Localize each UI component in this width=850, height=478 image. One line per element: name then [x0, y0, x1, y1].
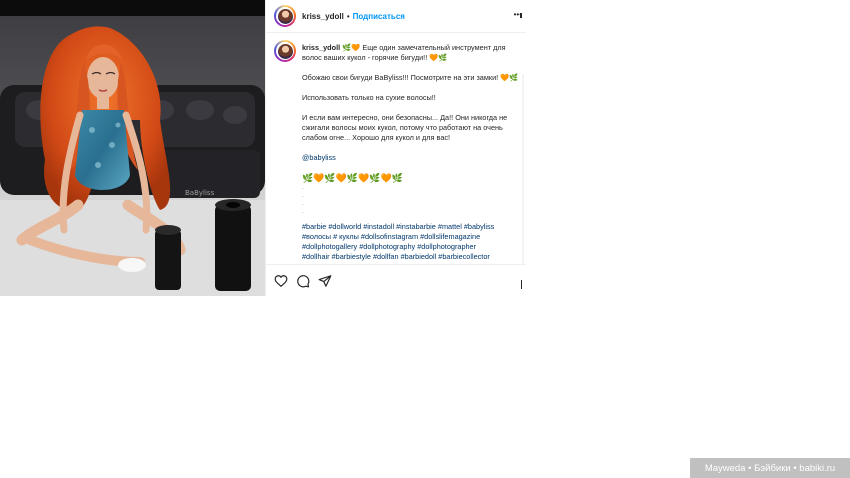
post-username[interactable]: kriss_ydoll — [302, 12, 344, 21]
caption-emoji-end: 🧡🌿 — [429, 53, 448, 62]
emoji-row: 🌿🧡🌿🧡🌿🧡🌿🧡🌿 — [302, 173, 403, 183]
dot-line: . — [302, 193, 304, 199]
send-icon[interactable] — [318, 274, 332, 288]
caption-para2: Обожаю свои бигуди BaByliss!!! Посмотрит… — [302, 73, 499, 82]
comment-icon[interactable] — [296, 274, 310, 288]
avatar[interactable] — [274, 5, 296, 27]
caption-avatar[interactable] — [274, 40, 296, 62]
doll-photo: BaByliss — [0, 0, 265, 296]
dot-line: . — [302, 185, 304, 191]
caption-area[interactable]: kriss_ydoll 🌿🧡 Еще один замечательный ин… — [266, 34, 526, 264]
post-header: kriss_ydoll • Подписаться ••• — [266, 0, 526, 33]
caption-scrollbar[interactable] — [522, 74, 524, 264]
action-bar — [266, 264, 526, 296]
follow-button[interactable]: Подписаться — [353, 12, 405, 21]
watermark-text: Mayweda • Бэйбики • babiki.ru — [704, 462, 836, 474]
dot-line: . — [302, 201, 304, 207]
watermark: Mayweda • Бэйбики • babiki.ru — [690, 458, 850, 478]
mention-link[interactable]: @babyliss — [302, 153, 524, 163]
svg-text:BaByliss: BaByliss — [185, 189, 215, 197]
caption-para3: Использовать только на сухие волосы!! — [302, 93, 436, 102]
heart-icon[interactable] — [274, 274, 288, 288]
dot-line: . — [302, 209, 304, 215]
caption-text: kriss_ydoll 🌿🧡 Еще один замечательный ин… — [302, 43, 524, 262]
bookmark-icon[interactable] — [520, 280, 522, 289]
caption-para4: И если вам интересно, они безопасны... Д… — [302, 113, 508, 142]
post-side-panel: kriss_ydoll • Подписаться ••• kriss_ydol… — [265, 0, 526, 296]
separator-dot: • — [346, 11, 350, 21]
post-image[interactable]: BaByliss — [0, 0, 265, 296]
caption-para2-emoji: 🧡🌿 — [500, 73, 519, 82]
hashtags-line[interactable]: #dollphotogallery #dollphotography #doll… — [302, 242, 524, 252]
caption-username[interactable]: kriss_ydoll — [302, 43, 340, 52]
hashtags-line[interactable]: #barbie #dollworld #instadoll #instabarb… — [302, 222, 524, 232]
header-edge-mark — [520, 13, 522, 18]
hashtags-line[interactable]: #волосы # куклы #dollsofinstagram #dolls… — [302, 232, 524, 242]
hashtags-line[interactable]: #dollhair #barbiestyle #dollfan #barbied… — [302, 252, 524, 262]
caption-emoji: 🌿🧡 — [342, 43, 361, 52]
